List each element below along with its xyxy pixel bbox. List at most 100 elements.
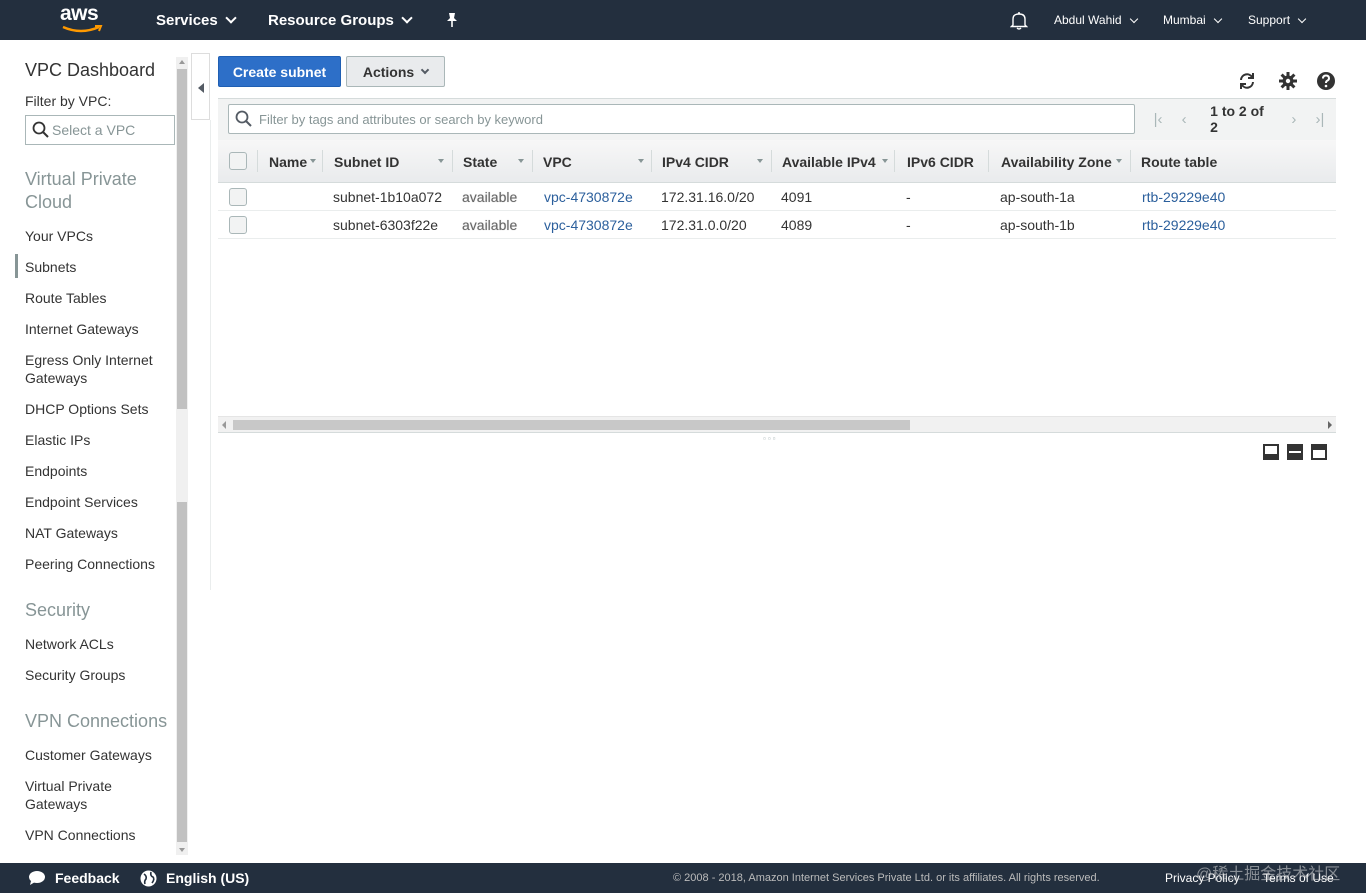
horizontal-scrollbar[interactable]: [218, 416, 1336, 432]
scrollbar-thumb[interactable]: [233, 420, 910, 430]
first-page-icon[interactable]: |‹: [1148, 109, 1168, 129]
logo-text: aws: [60, 2, 99, 25]
chevron-down-icon: [1213, 14, 1222, 23]
search-box[interactable]: [228, 104, 1135, 134]
column-header-label: IPv6 CIDR: [907, 153, 974, 170]
gear-icon[interactable]: [1278, 71, 1298, 91]
scroll-right-arrow-icon[interactable]: [1328, 421, 1332, 429]
row-checkbox[interactable]: [229, 216, 247, 234]
watermark: @稀土掘金技术社区: [1196, 866, 1341, 883]
column-header-ipv6-cidr[interactable]: IPv6 CIDR: [907, 140, 989, 183]
region-menu[interactable]: Mumbai: [1163, 0, 1222, 40]
column-header-label: IPv4 CIDR: [662, 153, 729, 170]
services-menu[interactable]: Services: [156, 0, 237, 40]
resource-groups-menu[interactable]: Resource Groups: [268, 0, 413, 40]
sidebar-item-your-vpcs[interactable]: Your VPCs: [25, 227, 170, 245]
sidebar-item-peering-connections[interactable]: Peering Connections: [25, 555, 170, 573]
sidebar: VPC Dashboard Filter by VPC: Select a VP…: [0, 40, 190, 863]
collapse-sidebar-button[interactable]: [191, 53, 210, 120]
user-menu[interactable]: Abdul Wahid: [1054, 0, 1138, 40]
actions-button[interactable]: Actions: [346, 56, 445, 87]
search-input[interactable]: [259, 111, 1119, 127]
table-row[interactable]: subnet-1b10a072 available vpc-4730872e 1…: [218, 183, 1336, 211]
table-row[interactable]: subnet-6303f22e available vpc-4730872e 1…: [218, 211, 1336, 239]
cell-vpc-link[interactable]: vpc-4730872e: [544, 183, 633, 211]
column-header-state[interactable]: State: [463, 140, 533, 183]
user-label: Abdul Wahid: [1054, 13, 1122, 27]
sidebar-item-virtual-private-gateways[interactable]: Virtual Private Gateways: [25, 777, 135, 813]
subnets-table: Name Subnet ID State VPC IPv4 CIDR Avail…: [218, 140, 1336, 239]
sidebar-scrollbar[interactable]: [176, 57, 188, 855]
column-header-ipv4-cidr[interactable]: IPv4 CIDR: [662, 140, 772, 183]
refresh-icon[interactable]: [1237, 71, 1257, 91]
cell-availability-zone: ap-south-1b: [1000, 217, 1075, 233]
column-header-label: Availability Zone: [1001, 153, 1112, 170]
row-checkbox[interactable]: [229, 188, 247, 206]
scroll-up-arrow-icon[interactable]: [179, 60, 185, 64]
sidebar-item-dhcp-options-sets[interactable]: DHCP Options Sets: [25, 400, 170, 418]
table-header: Name Subnet ID State VPC IPv4 CIDR Avail…: [218, 140, 1336, 183]
column-header-label: VPC: [543, 153, 572, 170]
column-header-route-table[interactable]: Route table: [1141, 140, 1261, 183]
resize-grip-icon[interactable]: ▫▫▫: [763, 434, 778, 443]
layout-bottom-pane-icon[interactable]: [1263, 444, 1279, 460]
split-pane-divider: [218, 432, 1336, 433]
sidebar-title[interactable]: VPC Dashboard: [25, 60, 155, 81]
sidebar-item-vpn-connections[interactable]: VPN Connections: [25, 826, 170, 844]
sidebar-item-security-groups[interactable]: Security Groups: [25, 666, 170, 684]
resource-groups-label: Resource Groups: [268, 11, 394, 29]
column-header-subnet-id[interactable]: Subnet ID: [334, 140, 454, 183]
sidebar-item-network-acls[interactable]: Network ACLs: [25, 635, 170, 653]
language-label: English (US): [166, 870, 250, 886]
pagination: |‹ ‹ 1 to 2 of 2 › ›|: [1148, 103, 1336, 135]
cell-state: available: [462, 217, 518, 233]
column-header-available-ipv4[interactable]: Available IPv4: [782, 140, 895, 183]
layout-split-pane-icon[interactable]: [1287, 444, 1303, 460]
select-all-checkbox[interactable]: [229, 152, 247, 170]
footer: Feedback English (US) © 2008 - 2018, Ama…: [0, 863, 1366, 893]
layout-full-pane-icon[interactable]: [1311, 444, 1327, 460]
sidebar-item-subnets[interactable]: Subnets: [25, 258, 170, 276]
section-virtual-private-cloud: Virtual Private Cloud: [25, 169, 137, 212]
pin-icon[interactable]: [445, 0, 459, 40]
cell-route-table-link[interactable]: rtb-29229e40: [1142, 183, 1225, 211]
scroll-down-arrow-icon[interactable]: [179, 848, 185, 852]
prev-page-icon[interactable]: ‹: [1174, 109, 1194, 129]
scrollbar-thumb[interactable]: [177, 69, 187, 409]
cell-ipv4-cidr: 172.31.0.0/20: [661, 217, 747, 233]
scroll-left-arrow-icon[interactable]: [222, 421, 226, 429]
sidebar-item-egress-only-internet-gateways[interactable]: Egress Only Internet Gateways: [25, 351, 170, 387]
last-page-icon[interactable]: ›|: [1310, 109, 1330, 129]
column-header-label: Name: [269, 153, 308, 170]
vpc-selector[interactable]: Select a VPC: [25, 115, 175, 145]
column-header-availability-zone[interactable]: Availability Zone: [1001, 140, 1131, 183]
sidebar-item-elastic-ips[interactable]: Elastic IPs: [25, 431, 170, 449]
feedback-button[interactable]: Feedback: [28, 863, 120, 893]
copyright-text: © 2008 - 2018, Amazon Internet Services …: [673, 872, 1100, 884]
section-security: Security: [25, 600, 91, 620]
sidebar-item-endpoint-services[interactable]: Endpoint Services: [25, 493, 170, 511]
column-header-label: Available IPv4: [782, 153, 876, 170]
language-selector[interactable]: English (US): [140, 863, 249, 893]
sidebar-item-endpoints[interactable]: Endpoints: [25, 462, 170, 480]
sidebar-item-nat-gateways[interactable]: NAT Gateways: [25, 524, 170, 542]
sidebar-item-internet-gateways[interactable]: Internet Gateways: [25, 320, 170, 338]
next-page-icon[interactable]: ›: [1284, 109, 1304, 129]
support-menu[interactable]: Support: [1248, 0, 1307, 40]
sidebar-item-route-tables[interactable]: Route Tables: [25, 289, 170, 307]
region-label: Mumbai: [1163, 13, 1206, 27]
sidebar-item-customer-gateways[interactable]: Customer Gateways: [25, 746, 170, 764]
column-header-name[interactable]: Name: [269, 140, 323, 183]
scrollbar-track-segment: [177, 502, 187, 842]
help-icon[interactable]: [1316, 71, 1336, 91]
column-header-vpc[interactable]: VPC: [543, 140, 652, 183]
cell-ipv6-cidr: -: [906, 217, 911, 233]
sort-caret-icon: [882, 159, 888, 163]
create-subnet-button[interactable]: Create subnet: [218, 56, 341, 87]
top-nav: aws Services Resource Groups Abdul Wahid…: [0, 0, 1366, 40]
feedback-label: Feedback: [55, 870, 120, 886]
aws-logo[interactable]: aws: [60, 2, 104, 36]
notifications-bell-icon[interactable]: [1010, 0, 1028, 40]
cell-vpc-link[interactable]: vpc-4730872e: [544, 211, 633, 239]
cell-route-table-link[interactable]: rtb-29229e40: [1142, 211, 1225, 239]
